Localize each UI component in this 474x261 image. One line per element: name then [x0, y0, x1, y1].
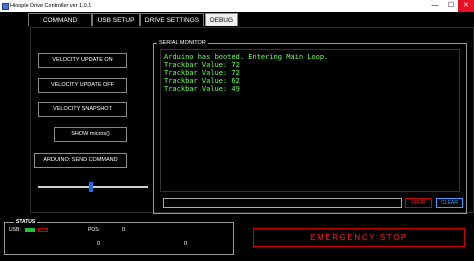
- pos-value: 0: [184, 241, 188, 247]
- maximize-button[interactable]: ☐: [444, 0, 458, 12]
- status-group: [4, 222, 234, 255]
- serial-line: Trackbar Value: 72: [164, 61, 240, 69]
- tab-drive-settings[interactable]: DRIVE SETTINGS: [140, 13, 204, 26]
- velocity-update-on-button[interactable]: VELOCITY UPDATE ON: [38, 53, 127, 68]
- clear-button[interactable]: CLEAR: [436, 198, 463, 208]
- close-button[interactable]: ✕: [458, 0, 474, 12]
- serial-line: Arduino has booted. Entering Main Loop.: [164, 53, 329, 61]
- velocity-snapshot-button[interactable]: VELOCITY SNAPSHOT: [38, 102, 127, 117]
- velocity-update-off-button[interactable]: VELOCITY UPDATE OFF: [38, 78, 127, 93]
- serial-command-input[interactable]: [163, 198, 402, 208]
- tab-command-centre[interactable]: COMMAND CENTRE: [28, 13, 92, 37]
- tab-usb-setup[interactable]: USB SETUP: [92, 13, 140, 26]
- serial-line: Trackbar Value: 72: [164, 69, 240, 77]
- trackbar-thumb[interactable]: [88, 182, 93, 192]
- status-title: STATUS: [14, 218, 38, 226]
- usb-disconnected-indicator: [38, 228, 48, 232]
- title-bar: Hioople Drive Controller ver 1.0.1 — ☐ ✕: [0, 0, 474, 12]
- usb-label: USB:: [9, 227, 21, 233]
- emergency-stop-button[interactable]: EMERGENCY STOP: [253, 228, 465, 247]
- app-icon: [2, 3, 9, 10]
- pos-label: POS:: [88, 227, 100, 233]
- show-micros-button[interactable]: SHOW micros(): [54, 127, 127, 142]
- window-title: Hioople Drive Controller ver 1.0.1: [10, 3, 92, 9]
- usb-connected-indicator: [25, 228, 35, 232]
- serial-line: Trackbar Value: 49: [164, 85, 240, 93]
- arduino-send-command-button[interactable]: ARDUINO: SEND COMMAND: [34, 153, 127, 168]
- serial-monitor-title: SERIAL MONITOR: [157, 39, 208, 47]
- tab-strip: COMMAND CENTRE USB SETUP DRIVE SETTINGS …: [0, 12, 474, 37]
- tab-debug[interactable]: DEBUG: [205, 13, 238, 26]
- pos-value: 0: [122, 227, 126, 233]
- minimize-button[interactable]: —: [428, 0, 442, 12]
- trackbar-track[interactable]: [38, 186, 148, 188]
- pos-value: 0: [97, 241, 101, 247]
- send-button[interactable]: SEND: [405, 198, 432, 208]
- serial-line: Trackbar Value: 62: [164, 77, 240, 85]
